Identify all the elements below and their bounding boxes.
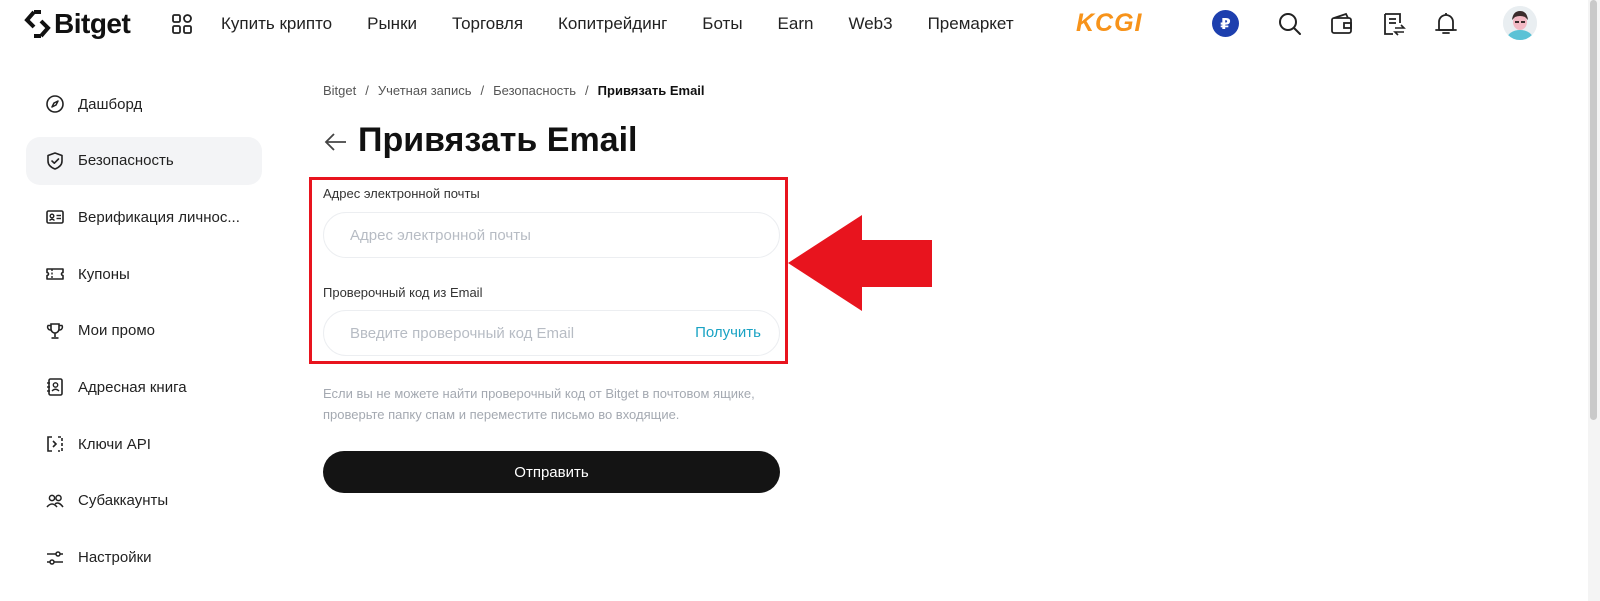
sidebar-item-address-book[interactable]: Адресная книга [26, 363, 262, 411]
get-code-button[interactable]: Получить [695, 324, 761, 341]
sidebar-item-my-promo[interactable]: Мои промо [26, 307, 262, 355]
bitget-logo-icon [24, 10, 51, 38]
trophy-icon [46, 322, 64, 339]
sidebar-item-label: Ключи API [78, 435, 151, 453]
ticket-icon [46, 268, 64, 280]
id-card-icon [46, 210, 64, 225]
nav-buy-crypto[interactable]: Купить крипто [221, 14, 332, 34]
account-sidebar: Дашборд Безопасность Верификация личнос.… [26, 80, 262, 590]
nav-bots[interactable]: Боты [702, 14, 742, 34]
users-icon [46, 494, 64, 508]
spam-hint-text: Если вы не можете найти проверочный код … [323, 386, 755, 422]
nav-web3[interactable]: Web3 [848, 14, 892, 34]
sidebar-item-label: Дашборд [78, 95, 143, 113]
bitget-logo-text: Bitget [54, 8, 131, 39]
breadcrumb-account[interactable]: Учетная запись [378, 83, 472, 98]
nav-earn[interactable]: Earn [778, 14, 814, 34]
user-avatar[interactable] [1503, 6, 1537, 40]
sidebar-item-label: Адресная книга [78, 378, 187, 396]
breadcrumb-separator: / [585, 83, 589, 98]
sidebar-item-label: Субаккаунты [78, 492, 169, 510]
bitget-logo[interactable]: Bitget [24, 6, 131, 42]
email-label: Адрес электронной почты [323, 186, 480, 201]
scrollbar-thumb[interactable] [1590, 0, 1597, 420]
sidebar-item-label: Мои промо [78, 322, 156, 340]
annotation-arrow-icon [788, 215, 932, 311]
back-arrow-icon[interactable] [323, 129, 349, 155]
sidebar-item-subaccounts[interactable]: Субаккаунты [26, 477, 262, 525]
nav-premarket[interactable]: Премаркет [928, 14, 1014, 34]
breadcrumb-security[interactable]: Безопасность [493, 83, 576, 98]
kcgi-promo-logo[interactable]: KCGI [1076, 9, 1143, 38]
breadcrumb-separator: / [365, 83, 369, 98]
nav-copy-trading[interactable]: Копитрейдинг [558, 14, 667, 34]
sidebar-item-label: Настройки [78, 549, 152, 566]
sidebar-item-coupons[interactable]: Купоны [26, 250, 262, 298]
sidebar-item-label: Купоны [78, 265, 130, 283]
sidebar-item-verification[interactable]: Верификация личнос... [26, 193, 262, 241]
page-title: Привязать Email [358, 121, 638, 159]
breadcrumb-separator: / [480, 83, 485, 98]
breadcrumb-current: Привязать Email [597, 83, 705, 98]
code-label: Проверочный код из Email [323, 285, 483, 300]
sliders-icon [47, 550, 63, 565]
sidebar-item-label: Безопасность [78, 152, 174, 170]
avatar-image [1503, 6, 1537, 40]
nav-markets[interactable]: Рынки [367, 14, 417, 34]
address-book-icon [47, 378, 63, 397]
sidebar-item-label: Верификация личнос... [78, 208, 240, 226]
email-field-wrapper [323, 212, 780, 258]
sidebar-item-security[interactable]: Безопасность [26, 136, 262, 185]
top-navigation: Bitget Купить крипто Рынки Торговля Копи… [0, 0, 1600, 48]
breadcrumb: Bitget / Учетная запись / Безопасность /… [323, 83, 705, 98]
apps-grid-icon[interactable] [171, 13, 193, 35]
breadcrumb-bitget[interactable]: Bitget [323, 83, 356, 98]
sidebar-item-dashboard[interactable]: Дашборд [26, 80, 262, 128]
api-key-icon [47, 436, 63, 452]
sidebar-item-api-keys[interactable]: Ключи API [26, 420, 262, 468]
orders-icon[interactable] [1381, 11, 1407, 37]
code-field-wrapper: Получить [323, 310, 780, 356]
wallet-icon[interactable] [1329, 11, 1355, 37]
bell-icon[interactable] [1433, 11, 1459, 37]
main-menu: Купить крипто Рынки Торговля Копитрейдин… [221, 0, 1049, 48]
submit-button[interactable]: Отправить [323, 451, 780, 493]
page-scrollbar[interactable] [1588, 0, 1600, 601]
nav-trade[interactable]: Торговля [452, 14, 523, 34]
compass-icon [46, 95, 64, 113]
shield-icon [47, 151, 63, 170]
currency-badge[interactable]: ₽ [1212, 10, 1239, 37]
email-input[interactable] [324, 213, 779, 257]
search-icon[interactable] [1277, 11, 1303, 37]
sidebar-item-settings[interactable]: Настройки [26, 534, 262, 582]
